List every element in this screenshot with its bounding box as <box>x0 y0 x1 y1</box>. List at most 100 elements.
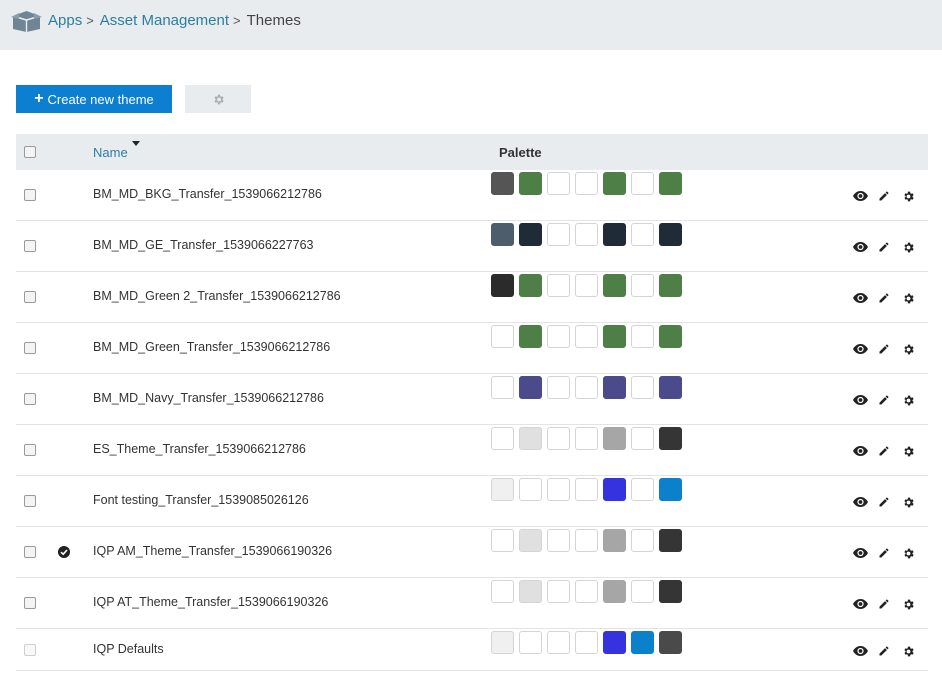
table-row[interactable]: BM_MD_GE_Transfer_1539066227763 <box>16 221 928 272</box>
color-swatch <box>659 580 682 603</box>
table-row[interactable]: BM_MD_Green 2_Transfer_1539066212786 <box>16 272 928 323</box>
row-checkbox[interactable] <box>24 393 36 405</box>
pencil-icon <box>878 343 890 355</box>
view-button[interactable] <box>852 290 868 306</box>
row-settings-button[interactable] <box>900 545 916 561</box>
row-actions <box>852 443 924 459</box>
theme-palette <box>491 325 687 348</box>
row-checkbox[interactable] <box>24 546 36 558</box>
view-button[interactable] <box>852 239 868 255</box>
table-row[interactable]: ES_Theme_Transfer_1539066212786 <box>16 425 928 476</box>
view-button[interactable] <box>852 494 868 510</box>
color-swatch <box>659 376 682 399</box>
row-settings-button[interactable] <box>900 596 916 612</box>
row-checkbox[interactable] <box>24 291 36 303</box>
eye-icon <box>852 497 868 507</box>
plus-icon: + <box>34 90 44 107</box>
theme-palette <box>491 580 687 603</box>
color-swatch <box>519 172 542 195</box>
row-actions <box>852 545 924 561</box>
active-theme-check-icon <box>58 546 70 558</box>
edit-button[interactable] <box>876 392 892 408</box>
breadcrumb-separator: > <box>86 13 94 28</box>
column-header-name[interactable]: Name <box>93 145 128 160</box>
edit-button[interactable] <box>876 188 892 204</box>
box-icon[interactable] <box>11 9 42 33</box>
gear-icon <box>902 241 915 254</box>
table-row[interactable]: BM_MD_BKG_Transfer_1539066212786 <box>16 170 928 221</box>
pencil-icon <box>878 394 890 406</box>
color-swatch <box>519 529 542 552</box>
row-checkbox[interactable] <box>24 342 36 354</box>
top-bar: Apps > Asset Management > Themes <box>0 0 942 50</box>
row-checkbox[interactable] <box>24 444 36 456</box>
table-row[interactable]: BM_MD_Green_Transfer_1539066212786 <box>16 323 928 374</box>
edit-button[interactable] <box>876 239 892 255</box>
color-swatch <box>659 223 682 246</box>
color-swatch <box>659 325 682 348</box>
color-swatch <box>491 223 514 246</box>
row-checkbox[interactable] <box>24 240 36 252</box>
view-button[interactable] <box>852 643 868 659</box>
color-swatch <box>659 478 682 501</box>
color-swatch <box>659 172 682 195</box>
row-settings-button[interactable] <box>900 643 916 659</box>
view-button[interactable] <box>852 596 868 612</box>
row-settings-button[interactable] <box>900 239 916 255</box>
table-row[interactable]: IQP AM_Theme_Transfer_1539066190326 <box>16 527 928 578</box>
row-settings-button[interactable] <box>900 188 916 204</box>
edit-button[interactable] <box>876 596 892 612</box>
edit-button[interactable] <box>876 545 892 561</box>
breadcrumb-asset-management[interactable]: Asset Management <box>100 12 229 29</box>
row-settings-button[interactable] <box>900 443 916 459</box>
gear-icon <box>902 547 915 560</box>
color-swatch <box>491 274 514 297</box>
table-row[interactable] <box>16 671 928 678</box>
color-swatch <box>547 376 570 399</box>
edit-button[interactable] <box>876 341 892 357</box>
eye-icon <box>852 395 868 405</box>
table-row[interactable]: IQP Defaults <box>16 629 928 671</box>
color-swatch <box>575 529 598 552</box>
gear-icon <box>902 394 915 407</box>
table-row[interactable]: IQP AT_Theme_Transfer_1539066190326 <box>16 578 928 629</box>
color-swatch <box>603 631 626 654</box>
table-row[interactable]: BM_MD_Navy_Transfer_1539066212786 <box>16 374 928 425</box>
color-swatch <box>603 223 626 246</box>
view-button[interactable] <box>852 545 868 561</box>
edit-button[interactable] <box>876 443 892 459</box>
row-actions <box>852 188 924 204</box>
edit-button[interactable] <box>876 290 892 306</box>
color-swatch <box>659 274 682 297</box>
color-swatch <box>547 274 570 297</box>
theme-name: BM_MD_Green_Transfer_1539066212786 <box>93 340 331 354</box>
sort-descending-icon[interactable] <box>132 141 140 146</box>
row-settings-button[interactable] <box>900 494 916 510</box>
edit-button[interactable] <box>876 643 892 659</box>
row-checkbox[interactable] <box>24 495 36 507</box>
row-checkbox[interactable] <box>24 597 36 609</box>
color-swatch <box>547 325 570 348</box>
breadcrumb-apps[interactable]: Apps <box>48 12 82 29</box>
eye-icon <box>852 293 868 303</box>
select-all-checkbox[interactable] <box>24 146 36 158</box>
row-settings-button[interactable] <box>900 392 916 408</box>
row-settings-button[interactable] <box>900 341 916 357</box>
view-button[interactable] <box>852 392 868 408</box>
gear-icon <box>902 598 915 611</box>
color-swatch <box>575 172 598 195</box>
settings-button[interactable] <box>185 85 251 113</box>
row-checkbox[interactable] <box>24 189 36 201</box>
table-row[interactable]: Font testing_Transfer_1539085026126 <box>16 476 928 527</box>
theme-palette <box>491 376 687 399</box>
view-button[interactable] <box>852 443 868 459</box>
row-actions <box>852 596 924 612</box>
edit-button[interactable] <box>876 494 892 510</box>
color-swatch <box>519 631 542 654</box>
create-theme-button[interactable]: + Create new theme <box>16 85 172 113</box>
color-swatch <box>603 529 626 552</box>
color-swatch <box>491 325 514 348</box>
view-button[interactable] <box>852 341 868 357</box>
row-settings-button[interactable] <box>900 290 916 306</box>
view-button[interactable] <box>852 188 868 204</box>
